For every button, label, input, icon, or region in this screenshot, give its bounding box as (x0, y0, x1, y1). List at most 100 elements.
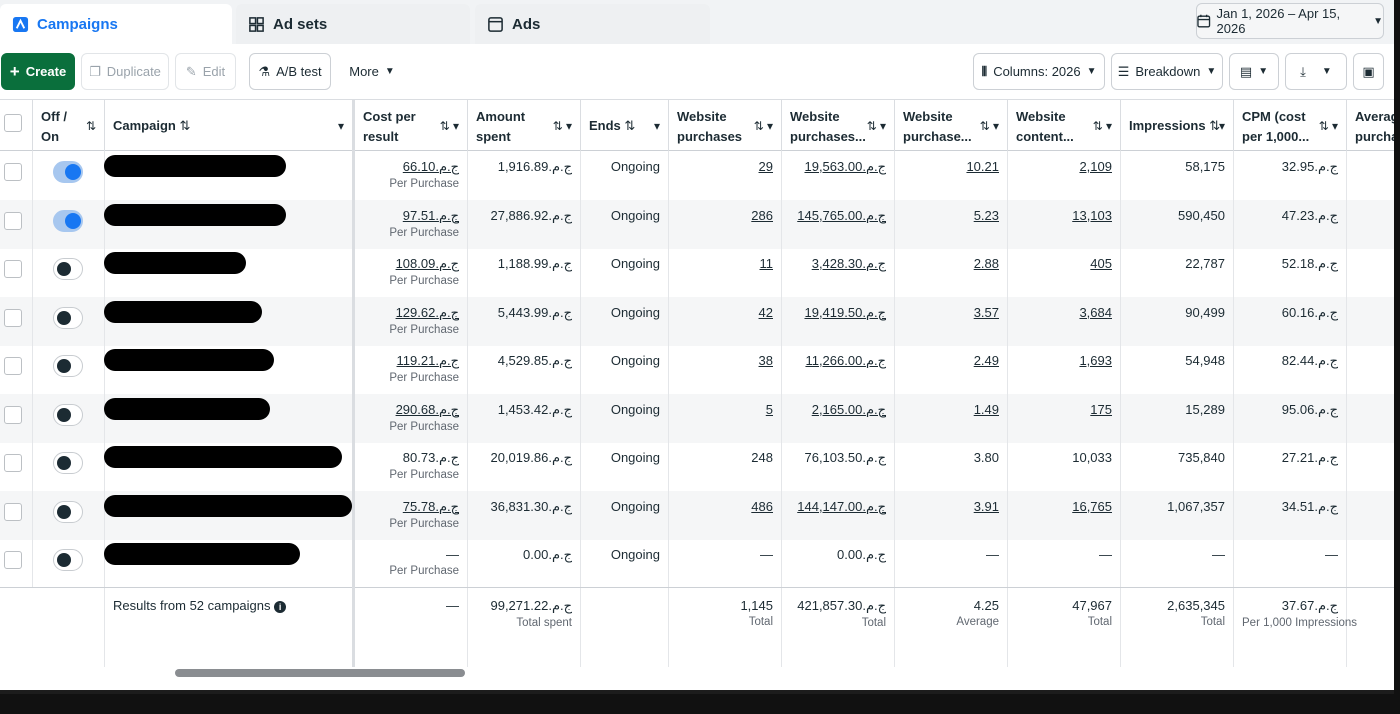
export-button[interactable]: ⤓ ▼ (1285, 53, 1347, 90)
col-off-on[interactable]: Off / On ⇅ (33, 100, 105, 151)
columns-button[interactable]: ⦀ Columns: 2026 ▼ (973, 53, 1105, 90)
cell-cpr-value[interactable]: 129.62.ج.م (396, 305, 459, 320)
campaign-toggle[interactable] (53, 209, 83, 232)
cell-purch-value[interactable]: 29 (759, 159, 773, 174)
edit-button[interactable]: ✎ Edit (175, 53, 236, 90)
campaign-toggle[interactable] (53, 161, 83, 183)
cell-content[interactable]: 175 (1008, 393, 1121, 443)
cell-cpr-value[interactable]: 75.78.ج.م (403, 499, 459, 514)
cell-content[interactable]: 3,684 (1008, 296, 1121, 346)
cell-cpr-value[interactable]: 97.51.ج.م (403, 208, 459, 223)
cell-cpr-value[interactable]: 108.09.ج.م (396, 256, 459, 271)
cell-roas[interactable]: 2.49 (895, 345, 1008, 394)
row-checkbox[interactable] (4, 163, 22, 181)
cell-roas-value[interactable]: 5.23 (974, 208, 999, 223)
cell-pval[interactable]: 11,266.00.ج.م (782, 345, 895, 394)
cell-purch-value[interactable]: 42 (759, 305, 773, 320)
cell-pval[interactable]: 19,563.00.ج.م (782, 151, 895, 200)
cell-pval-value[interactable]: 11,266.00.ج.م (805, 353, 886, 368)
col-website-purchases[interactable]: Website purchases ⇅ ▾ (669, 100, 782, 151)
col-average-purchase[interactable]: Averag purcha (1347, 100, 1394, 151)
cell-roas-value[interactable]: 2.88 (974, 256, 999, 271)
cell-content[interactable]: 13,103 (1008, 199, 1121, 249)
row-checkbox[interactable] (4, 454, 22, 472)
col-website-content[interactable]: Website content... ⇅ ▾ (1008, 100, 1121, 151)
row-checkbox[interactable] (4, 308, 22, 327)
cell-roas-value[interactable]: 10.21 (966, 159, 999, 174)
campaign-toggle[interactable] (53, 306, 83, 329)
cell-purch-value[interactable]: 38 (759, 353, 773, 368)
cell-cpr[interactable]: 290.68.ج.م Per Purchase (355, 393, 468, 443)
tab-ad-sets[interactable]: Ad sets (236, 4, 470, 44)
date-range-picker[interactable]: Jan 1, 2026 – Apr 15, 2026 ▼ (1196, 3, 1384, 39)
cell-roas[interactable]: 2.88 (895, 248, 1008, 297)
cell-pval-value[interactable]: 19,563.00.ج.م (804, 159, 886, 174)
breakdown-button[interactable]: ☰ Breakdown ▼ (1111, 53, 1223, 90)
cell-cpr-value[interactable]: 290.68.ج.م (396, 402, 459, 417)
cell-cpr[interactable]: 97.51.ج.م Per Purchase (355, 199, 468, 249)
cell-pval-value[interactable]: 2,165.00.ج.م (812, 402, 886, 417)
cell-content[interactable]: 1,693 (1008, 345, 1121, 394)
cell-roas-value[interactable]: 1.49 (974, 402, 999, 417)
cell-purch-value[interactable]: 286 (751, 208, 773, 223)
cell-pval[interactable]: 19,419.50.ج.م (782, 296, 895, 346)
cell-roas-value[interactable]: 3.57 (974, 305, 999, 320)
cell-purch[interactable]: 29 (669, 151, 782, 200)
horizontal-scrollbar[interactable] (0, 667, 1394, 679)
cell-roas[interactable]: 3.91 (895, 490, 1008, 540)
cell-roas[interactable]: 10.21 (895, 151, 1008, 200)
col-amount-spent[interactable]: Amount spent ⇅ ▾ (468, 100, 581, 151)
tab-ads[interactable]: Ads (475, 4, 710, 44)
col-impressions[interactable]: Impressions ⇅ ▾ (1121, 100, 1234, 151)
cell-content-value[interactable]: 16,765 (1072, 499, 1112, 514)
cell-roas[interactable]: 5.23 (895, 199, 1008, 249)
cell-purch-value[interactable]: 11 (760, 256, 774, 271)
cell-cpr[interactable]: 129.62.ج.م Per Purchase (355, 296, 468, 346)
scrollbar-thumb[interactable] (175, 669, 465, 677)
cell-purch-value[interactable]: 486 (751, 499, 773, 514)
cell-purch[interactable]: 286 (669, 199, 782, 249)
cell-content[interactable]: 2,109 (1008, 151, 1121, 200)
cell-pval[interactable]: 144,147.00.ج.م (782, 490, 895, 540)
cell-content[interactable]: 405 (1008, 248, 1121, 297)
cell-roas[interactable]: 3.57 (895, 296, 1008, 346)
cell-purch-value[interactable]: 5 (766, 402, 773, 417)
cell-purch[interactable]: 11 (669, 248, 782, 297)
cell-pval[interactable]: 2,165.00.ج.م (782, 393, 895, 443)
campaign-toggle[interactable] (53, 403, 83, 426)
row-checkbox[interactable] (4, 260, 22, 278)
cell-pval[interactable]: 3,428.30.ج.م (782, 248, 895, 297)
cell-pval-value[interactable]: 145,765.00.ج.م (797, 208, 886, 223)
cell-content-value[interactable]: 13,103 (1072, 208, 1112, 223)
campaign-toggle[interactable] (53, 500, 83, 523)
cell-roas-value[interactable]: 2.49 (974, 353, 999, 368)
cell-purch[interactable]: 486 (669, 490, 782, 540)
duplicate-button[interactable]: ❐ Duplicate (81, 53, 169, 90)
campaign-toggle[interactable] (53, 258, 83, 280)
col-website-purchase-roas[interactable]: Website purchase... ⇅ ▾ (895, 100, 1008, 151)
create-button[interactable]: + Create (1, 53, 75, 90)
cell-pval[interactable]: 145,765.00.ج.م (782, 199, 895, 249)
cell-content-value[interactable]: 2,109 (1079, 159, 1112, 174)
campaign-toggle[interactable] (53, 452, 83, 474)
campaign-toggle[interactable] (53, 355, 83, 377)
col-ends[interactable]: Ends ⇅ ▾ (581, 100, 669, 151)
tab-campaigns[interactable]: Campaigns (0, 4, 232, 44)
cell-roas[interactable]: 1.49 (895, 393, 1008, 443)
cell-cpr[interactable]: 75.78.ج.م Per Purchase (355, 490, 468, 540)
info-icon[interactable]: i (274, 601, 287, 613)
cell-content-value[interactable]: 1,693 (1079, 353, 1112, 368)
cell-cpr-value[interactable]: 66.10.ج.م (403, 159, 459, 174)
row-checkbox[interactable] (4, 551, 22, 569)
ab-test-button[interactable]: ⚗ A/B test (249, 53, 331, 90)
cell-roas-value[interactable]: 3.91 (974, 499, 999, 514)
charts-button[interactable]: ▣ (1353, 53, 1384, 90)
more-button[interactable]: More ▼ (340, 53, 404, 90)
cell-purch[interactable]: 5 (669, 393, 782, 443)
cell-content[interactable]: 16,765 (1008, 490, 1121, 540)
cell-purch[interactable]: 38 (669, 345, 782, 394)
cell-pval-value[interactable]: 3,428.30.ج.م (812, 256, 886, 271)
cell-cpr[interactable]: 66.10.ج.م Per Purchase (355, 151, 468, 200)
cell-content-value[interactable]: 405 (1090, 256, 1112, 271)
col-website-purchases-value[interactable]: Website purchases... ⇅ ▾ (782, 100, 895, 151)
